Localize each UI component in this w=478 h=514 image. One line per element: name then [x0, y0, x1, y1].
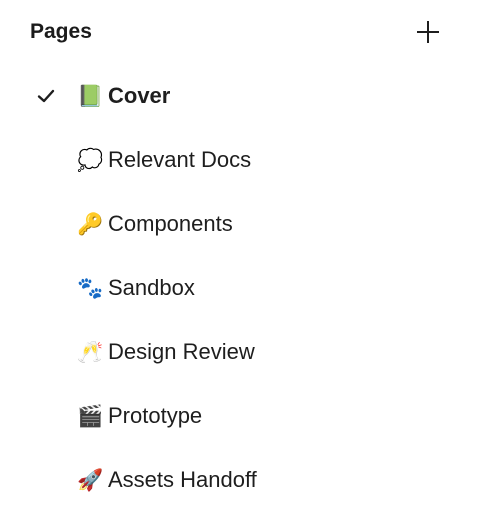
page-list: 📗 Cover 💭 Relevant Docs 🔑 Components 🐾 S… — [0, 64, 478, 512]
page-item-assets-handoff[interactable]: 🚀 Assets Handoff — [0, 448, 478, 512]
book-emoji-icon: 📗 — [77, 84, 104, 108]
page-label: Prototype — [108, 403, 203, 428]
clapper-board-icon: 🎬 — [77, 404, 104, 428]
pages-panel: Pages 📗 Cover 💭 Relevant Docs 🔑 Componen… — [0, 0, 478, 514]
clinking-glasses-icon: 🥂 — [77, 340, 104, 364]
page-label: Design Review — [108, 339, 255, 364]
page-label: Cover — [108, 83, 171, 108]
page-item-sandbox[interactable]: 🐾 Sandbox — [0, 256, 478, 320]
page-label: Components — [108, 211, 233, 236]
page-item-relevant-docs[interactable]: 💭 Relevant Docs — [0, 128, 478, 192]
key-icon: 🔑 — [77, 212, 104, 236]
plus-icon — [417, 21, 439, 43]
page-label: Sandbox — [108, 275, 195, 300]
checkmark-icon — [36, 86, 56, 106]
paw-prints-icon: 🐾 — [77, 276, 104, 300]
page-item-prototype[interactable]: 🎬 Prototype — [0, 384, 478, 448]
page-item-cover[interactable]: 📗 Cover — [0, 64, 478, 128]
pages-title: Pages — [30, 20, 92, 43]
page-item-components[interactable]: 🔑 Components — [0, 192, 478, 256]
pages-header: Pages — [30, 14, 450, 50]
page-label: Assets Handoff — [108, 467, 257, 492]
rocket-icon: 🚀 — [77, 468, 104, 492]
thought-bubble-icon: 💭 — [77, 148, 104, 172]
page-item-design-review[interactable]: 🥂 Design Review — [0, 320, 478, 384]
add-page-button[interactable] — [414, 18, 442, 46]
page-label: Relevant Docs — [108, 147, 252, 172]
